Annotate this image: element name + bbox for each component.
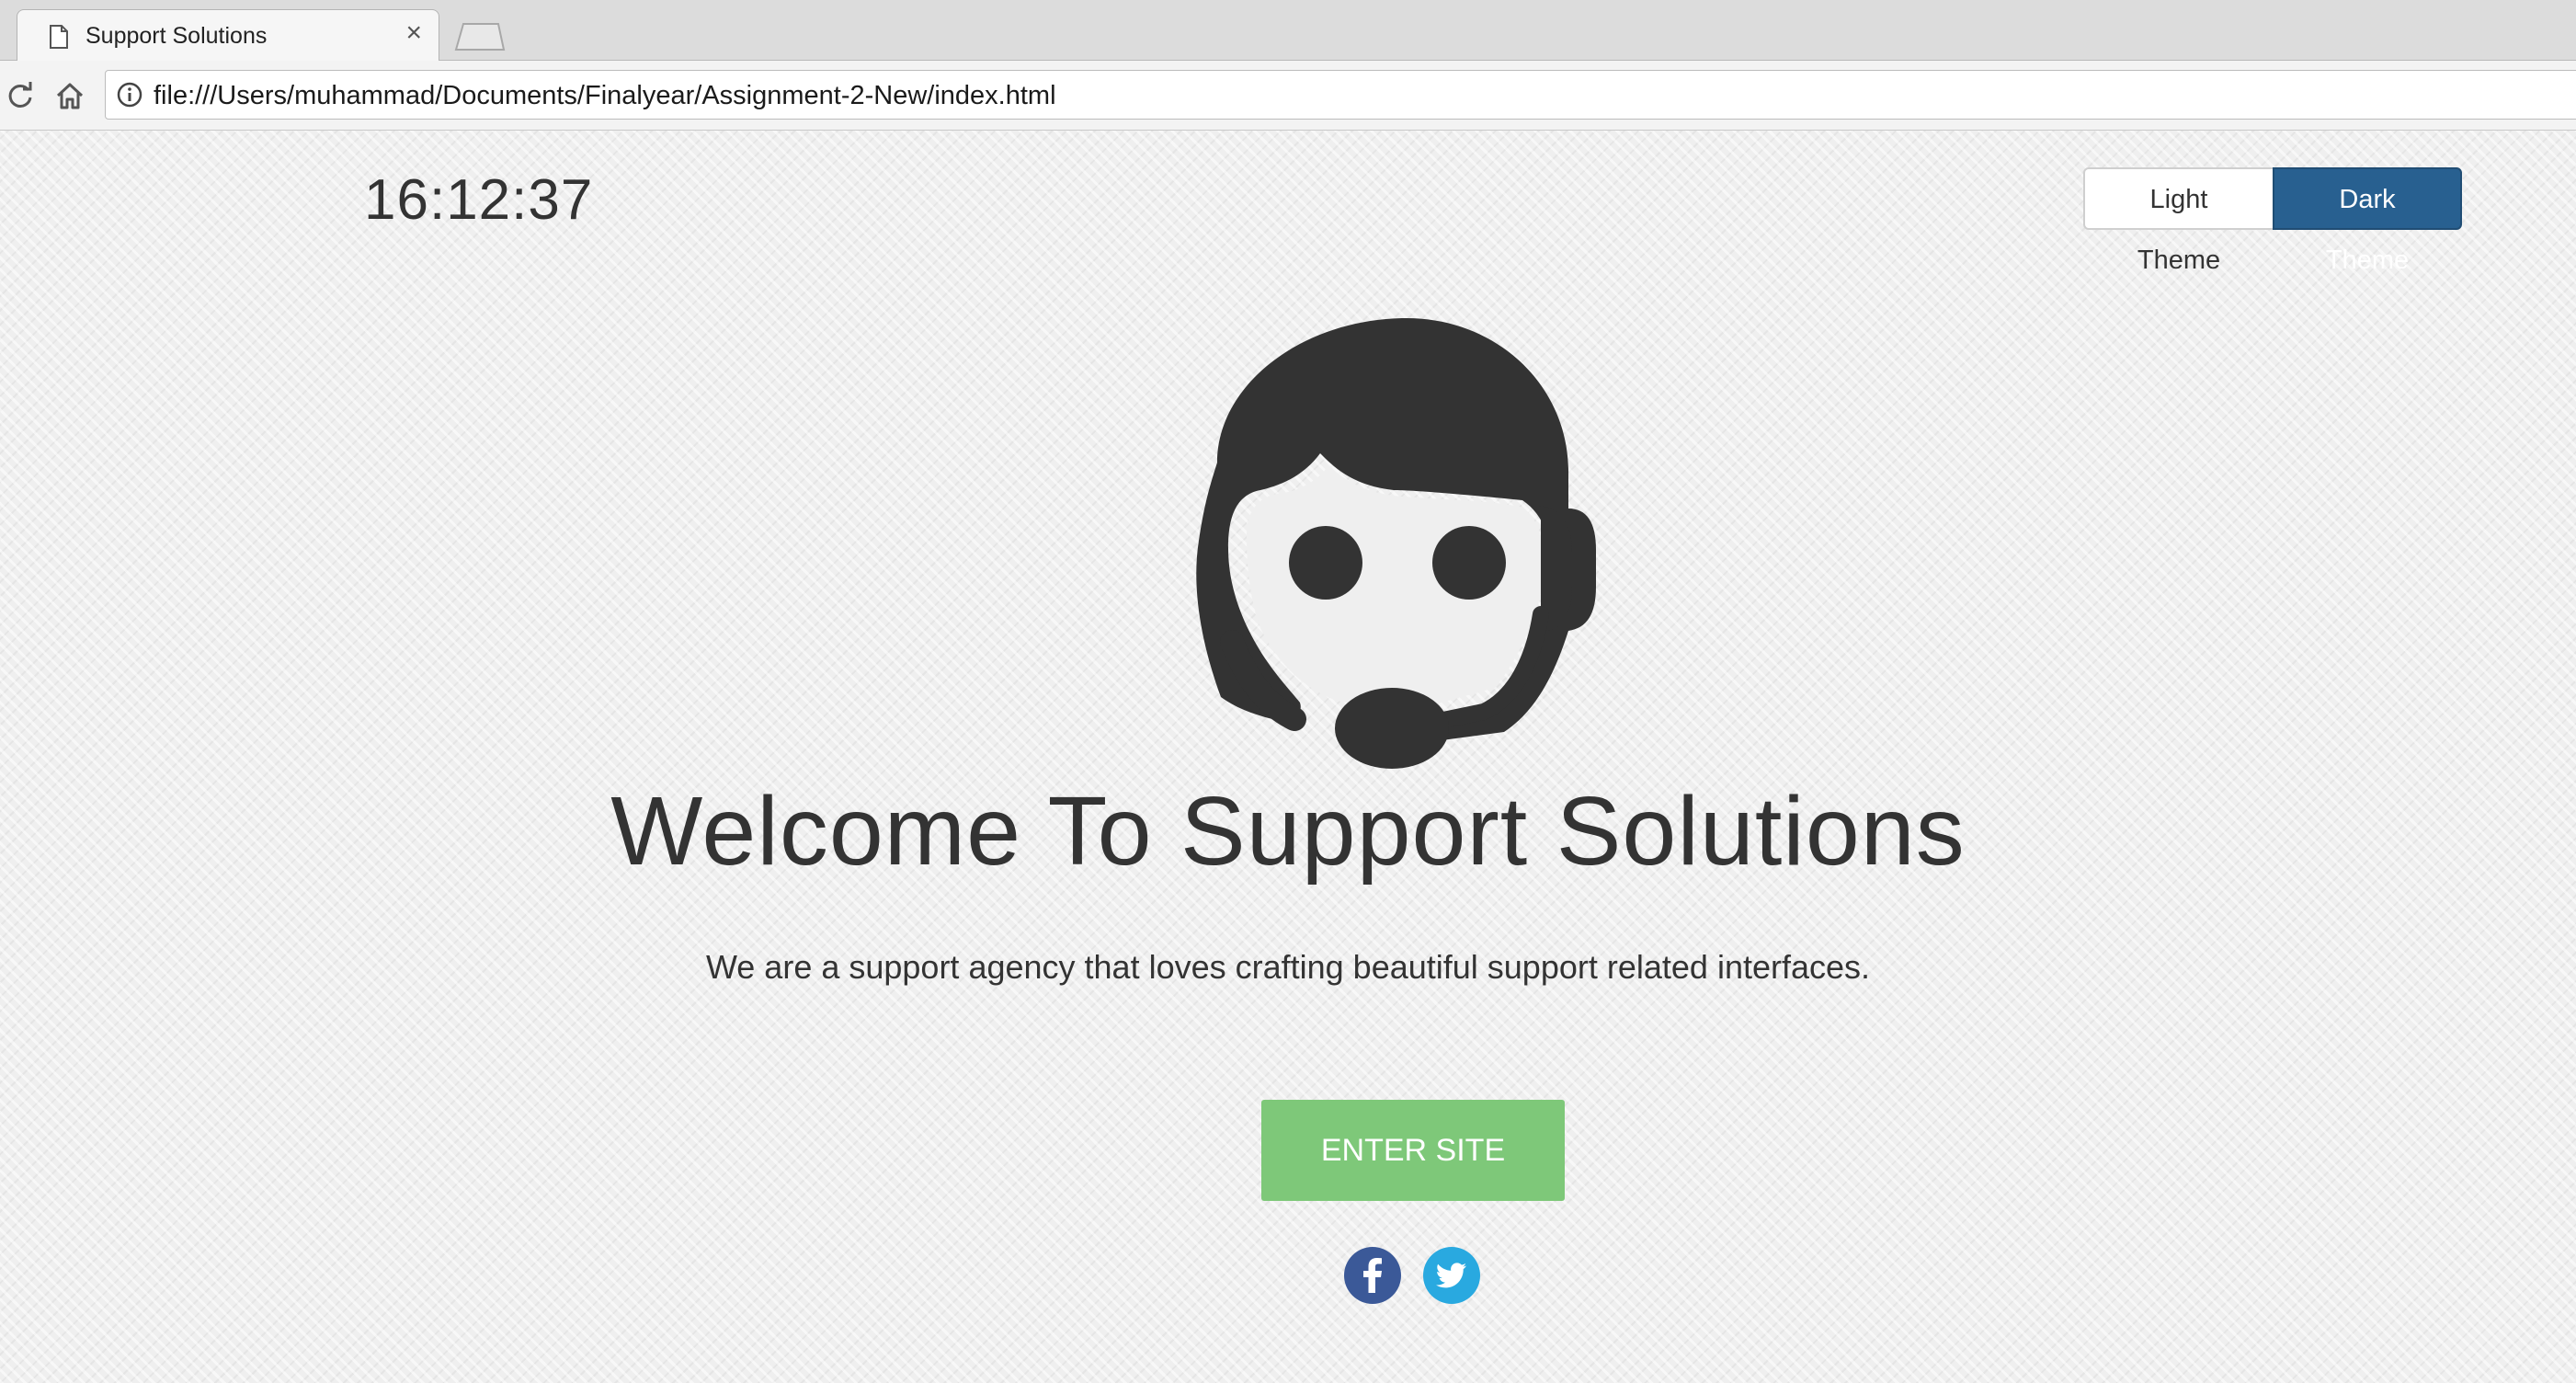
live-clock: 16:12:37 <box>364 168 594 232</box>
enter-site-button[interactable]: ENTER SITE <box>1261 1100 1565 1201</box>
browser-toolbar: file:///Users/muhammad/Documents/Finalye… <box>0 61 2576 131</box>
facebook-glyph <box>1363 1258 1382 1293</box>
close-icon[interactable]: × <box>405 19 422 47</box>
dark-theme-button[interactable]: Dark Theme <box>2273 167 2462 275</box>
theme-switcher: Light Theme Dark Theme <box>2083 167 2462 275</box>
page-tagline: We are a support agency that loves craft… <box>705 948 1871 986</box>
twitter-glyph <box>1435 1263 1466 1288</box>
reload-icon[interactable] <box>4 79 37 112</box>
page-icon <box>50 25 68 49</box>
browser-tab[interactable]: Support Solutions × <box>17 9 439 62</box>
light-theme-button[interactable]: Light Theme <box>2083 167 2273 275</box>
twitter-icon[interactable] <box>1423 1247 1480 1304</box>
tab-title: Support Solutions <box>85 23 268 49</box>
url-text[interactable]: file:///Users/muhammad/Documents/Finalye… <box>154 81 1056 110</box>
customer-support-headset-icon <box>1196 317 1596 769</box>
browser-tab-bar: Support Solutions × <box>0 0 2576 62</box>
new-tab-button[interactable] <box>452 22 506 51</box>
home-icon[interactable] <box>53 79 86 112</box>
page-title: Welcome To Support Solutions <box>610 777 1966 886</box>
address-bar[interactable]: file:///Users/muhammad/Documents/Finalye… <box>105 70 2576 120</box>
facebook-icon[interactable] <box>1344 1247 1401 1304</box>
info-icon[interactable] <box>117 82 142 108</box>
landing-page: 16:12:37 Light Theme Dark Theme Welcome … <box>0 131 2576 1383</box>
